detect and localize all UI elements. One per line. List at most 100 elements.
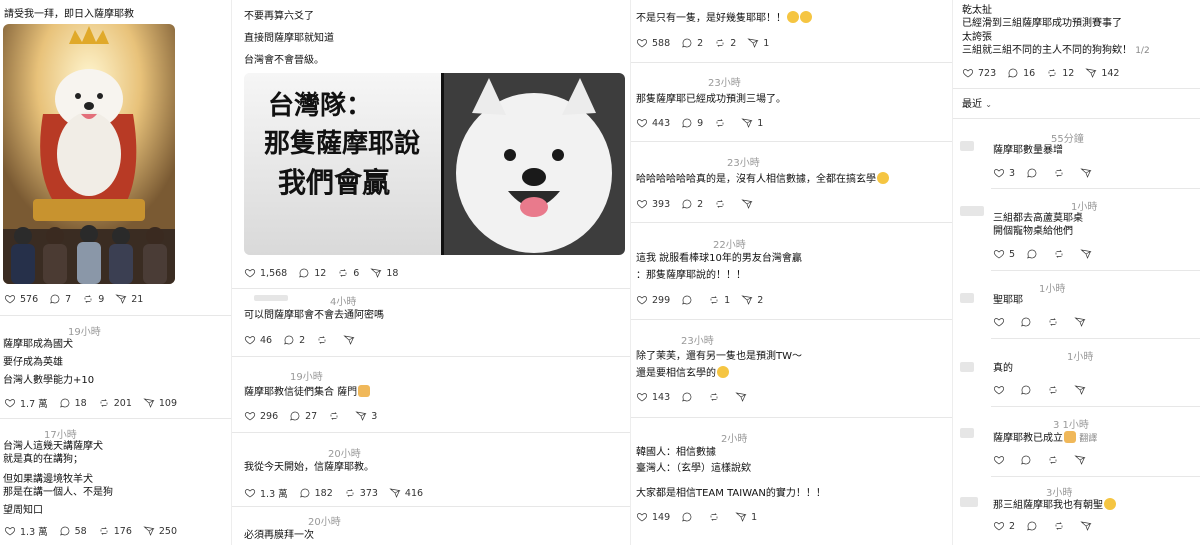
- repost-button[interactable]: 201: [98, 397, 132, 409]
- like-button[interactable]: [993, 384, 1009, 396]
- share-button[interactable]: 18: [370, 267, 398, 279]
- repost-button[interactable]: [708, 391, 724, 403]
- repost-button[interactable]: [708, 511, 724, 523]
- like-button[interactable]: 393: [636, 198, 670, 210]
- banner-panel: 台灣隊： 那隻薩摩耶說 我們會贏: [244, 73, 441, 255]
- share-button[interactable]: 142: [1085, 67, 1119, 79]
- reply-button[interactable]: 12: [298, 267, 326, 279]
- reply-button[interactable]: [1020, 316, 1036, 328]
- like-button[interactable]: 46: [244, 334, 272, 346]
- avatar[interactable]: [960, 141, 974, 151]
- reply-button[interactable]: [681, 391, 697, 403]
- post-image[interactable]: 台灣隊： 那隻薩摩耶說 我們會贏: [244, 73, 625, 255]
- like-button[interactable]: 1.3 萬: [244, 486, 288, 500]
- share-button[interactable]: [1080, 248, 1096, 260]
- share-button[interactable]: 109: [143, 397, 177, 409]
- avatar[interactable]: [960, 293, 974, 303]
- reply-button[interactable]: 16: [1007, 67, 1035, 79]
- reply-button[interactable]: 182: [299, 487, 333, 499]
- share-button[interactable]: [1074, 384, 1090, 396]
- repost-button[interactable]: [316, 334, 332, 346]
- reply-icon: [59, 525, 71, 537]
- reply-icon: [681, 117, 693, 129]
- reply-button[interactable]: [681, 511, 697, 523]
- repost-button[interactable]: [1053, 167, 1069, 179]
- like-button[interactable]: 1,568: [244, 267, 287, 279]
- share-icon: [389, 487, 401, 499]
- share-button[interactable]: [735, 391, 751, 403]
- reply-button[interactable]: 18: [59, 397, 87, 409]
- repost-button[interactable]: [1047, 316, 1063, 328]
- share-count: 142: [1101, 67, 1120, 79]
- like-button[interactable]: 296: [244, 410, 278, 422]
- share-button[interactable]: [741, 198, 757, 210]
- avatar[interactable]: [960, 362, 974, 372]
- avatar[interactable]: [960, 206, 984, 216]
- avatar[interactable]: [960, 497, 978, 507]
- repost-button[interactable]: [1053, 520, 1069, 532]
- page-indicator[interactable]: 1/2: [1135, 46, 1149, 56]
- repost-button[interactable]: [1047, 384, 1063, 396]
- share-button[interactable]: 3: [355, 410, 377, 422]
- reply-button[interactable]: 58: [59, 525, 87, 537]
- repost-button[interactable]: 373: [344, 487, 378, 499]
- repost-icon: [714, 198, 726, 210]
- reply-button[interactable]: 27: [289, 410, 317, 422]
- repost-button[interactable]: [328, 410, 344, 422]
- like-button[interactable]: 588: [636, 37, 670, 49]
- like-button[interactable]: 143: [636, 391, 670, 403]
- reply-button[interactable]: 7: [49, 293, 71, 305]
- reply-button[interactable]: [681, 294, 697, 306]
- like-button[interactable]: 5: [993, 248, 1015, 260]
- share-button[interactable]: 1: [747, 37, 769, 49]
- share-button[interactable]: 416: [389, 487, 423, 499]
- share-button[interactable]: [1074, 316, 1090, 328]
- repost-button[interactable]: 6: [337, 267, 359, 279]
- share-button[interactable]: 2: [741, 294, 763, 306]
- share-button[interactable]: [1080, 167, 1096, 179]
- like-button[interactable]: 1.7 萬: [4, 396, 48, 410]
- repost-button[interactable]: 9: [82, 293, 104, 305]
- sort-dropdown[interactable]: 最近 ⌄: [962, 98, 992, 111]
- share-button[interactable]: [343, 334, 359, 346]
- post-line: 這我 說服看棒球10年的男友台灣會贏: [636, 253, 802, 264]
- like-button[interactable]: 723: [962, 67, 996, 79]
- repost-button[interactable]: 176: [98, 525, 132, 537]
- share-button[interactable]: 1: [741, 117, 763, 129]
- like-button[interactable]: 443: [636, 117, 670, 129]
- reply-button[interactable]: 2: [681, 37, 703, 49]
- reply-button[interactable]: 2: [681, 198, 703, 210]
- translate-link[interactable]: 翻譯: [1079, 434, 1097, 444]
- share-button[interactable]: 250: [143, 525, 177, 537]
- share-button[interactable]: [1074, 454, 1090, 466]
- reply-button[interactable]: 2: [283, 334, 305, 346]
- like-button[interactable]: 2: [993, 520, 1015, 532]
- like-button[interactable]: 149: [636, 511, 670, 523]
- repost-button[interactable]: [1053, 248, 1069, 260]
- repost-button[interactable]: [714, 117, 730, 129]
- like-button[interactable]: [993, 454, 1009, 466]
- share-button[interactable]: 1: [735, 511, 757, 523]
- repost-button[interactable]: 1: [708, 294, 730, 306]
- like-button[interactable]: 299: [636, 294, 670, 306]
- repost-button[interactable]: 12: [1046, 67, 1074, 79]
- reply-button[interactable]: [1026, 248, 1042, 260]
- reply-button[interactable]: [1026, 520, 1042, 532]
- like-button[interactable]: 1.3 萬: [4, 524, 48, 538]
- like-button[interactable]: 576: [4, 293, 38, 305]
- repost-button[interactable]: [1047, 454, 1063, 466]
- avatar[interactable]: [960, 428, 974, 438]
- share-button[interactable]: 21: [115, 293, 143, 305]
- avatar[interactable]: [254, 295, 288, 301]
- repost-button[interactable]: 2: [714, 37, 736, 49]
- reply-button[interactable]: [1020, 454, 1036, 466]
- reply-button[interactable]: 9: [681, 117, 703, 129]
- reply-icon: [1020, 384, 1032, 396]
- share-button[interactable]: [1080, 520, 1096, 532]
- repost-button[interactable]: [714, 198, 730, 210]
- reply-button[interactable]: [1026, 167, 1042, 179]
- like-button[interactable]: 3: [993, 167, 1015, 179]
- reply-button[interactable]: [1020, 384, 1036, 396]
- post-image[interactable]: [3, 24, 175, 284]
- like-button[interactable]: [993, 316, 1009, 328]
